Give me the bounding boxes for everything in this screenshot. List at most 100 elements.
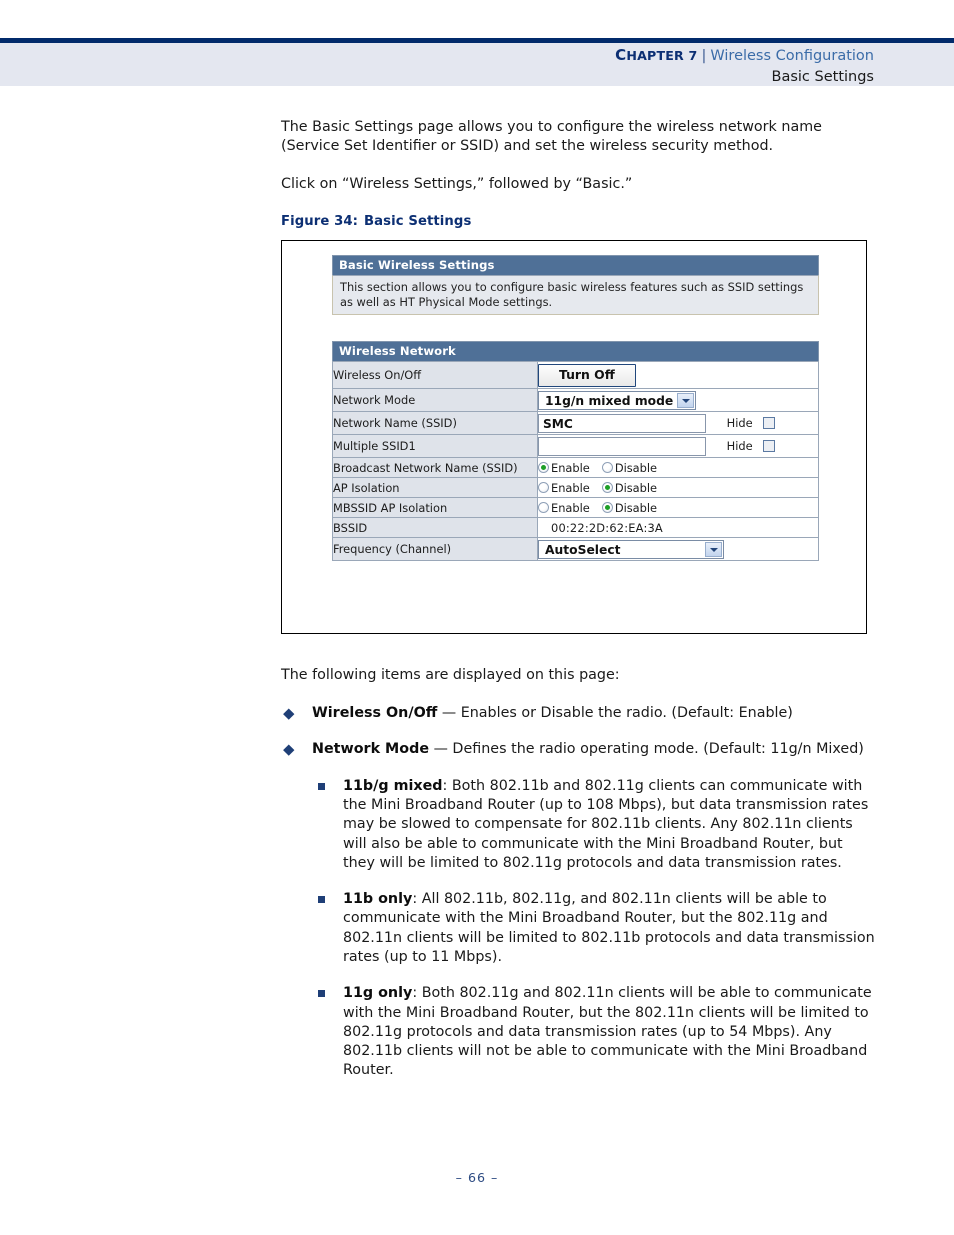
mbssid-radio-group: Enable Disable bbox=[538, 501, 669, 515]
list-item: Wireless On/Off — Enables or Disable the… bbox=[281, 704, 876, 723]
row-label-network-mode: Network Mode bbox=[332, 388, 538, 413]
ap-isolation-disable-option[interactable]: Disable bbox=[601, 480, 658, 495]
radio-off-icon[interactable] bbox=[601, 461, 613, 473]
basic-wireless-settings-heading: Basic Wireless Settings bbox=[332, 255, 819, 275]
network-name-hide-group: Hide bbox=[727, 416, 776, 430]
radio-off-icon[interactable] bbox=[538, 481, 549, 493]
figure-caption: Figure 34: Basic Settings bbox=[281, 214, 876, 229]
diamond-bullet-icon bbox=[283, 744, 295, 756]
list-item: 11b only: All 802.11b, 802.11g, and 802.… bbox=[281, 890, 876, 967]
broadcast-disable-label: Disable bbox=[614, 460, 658, 475]
table-row-mbssid-ap-isolation: MBSSID AP Isolation Enable Disable bbox=[332, 497, 819, 519]
figure-caption-number: Figure 34: bbox=[281, 213, 359, 229]
wireless-network-table: Wireless On/Off Turn Off Network Mode 11… bbox=[332, 361, 819, 562]
table-row-bssid: BSSID 00:22:2D:62:EA:3A bbox=[332, 517, 819, 539]
row-value-bssid: 00:22:2D:62:EA:3A bbox=[537, 517, 819, 539]
subbullet-term: 11b only bbox=[343, 891, 413, 908]
panel-gap bbox=[332, 315, 819, 341]
row-value-broadcast-network-name: Enable Disable bbox=[537, 457, 819, 479]
mbssid-disable-option[interactable]: Disable bbox=[601, 501, 657, 515]
chevron-down-icon[interactable] bbox=[677, 392, 694, 408]
ap-isolation-enable-option[interactable]: Enable bbox=[538, 481, 590, 495]
upper-content: The Basic Settings page allows you to co… bbox=[281, 118, 876, 241]
multiple-ssid1-hide-group: Hide bbox=[727, 439, 776, 453]
list-item: 11b/g mixed: Both 802.11b and 802.11g cl… bbox=[281, 777, 876, 873]
square-bullet-icon bbox=[318, 990, 325, 998]
frequency-channel-select[interactable]: AutoSelect bbox=[538, 539, 724, 559]
chevron-down-icon[interactable] bbox=[705, 541, 722, 557]
broadcast-disable-option[interactable]: Disable bbox=[601, 460, 658, 475]
chapter-label-rest: HAPTER 7 bbox=[626, 48, 698, 63]
header-chapter-line: CHAPTER 7 | Wireless Configuration bbox=[0, 45, 874, 67]
row-label-mbssid-ap-isolation: MBSSID AP Isolation bbox=[332, 497, 538, 519]
click-paragraph: Click on “Wireless Settings,” followed b… bbox=[281, 176, 633, 193]
row-value-ap-isolation: Enable Disable bbox=[537, 477, 819, 499]
network-mode-selected-value: 11g/n mixed mode bbox=[545, 393, 674, 408]
radio-on-icon[interactable] bbox=[601, 481, 613, 493]
diamond-bullet-icon bbox=[283, 708, 295, 720]
turn-off-button[interactable]: Turn Off bbox=[538, 363, 636, 387]
radio-on-icon[interactable] bbox=[601, 501, 613, 513]
lower-content: The following items are displayed on thi… bbox=[281, 666, 876, 1098]
network-mode-select[interactable]: 11g/n mixed mode bbox=[538, 390, 696, 410]
wireless-network-heading: Wireless Network bbox=[332, 341, 819, 362]
table-row-broadcast-network-name: Broadcast Network Name (SSID) Enable Disa… bbox=[332, 457, 819, 479]
radio-on-icon[interactable] bbox=[538, 461, 549, 473]
multiple-ssid1-hide-label: Hide bbox=[726, 439, 753, 454]
mbssid-enable-option[interactable]: Enable bbox=[538, 501, 590, 515]
row-value-frequency-channel: AutoSelect bbox=[537, 537, 819, 562]
network-name-hide-label: Hide bbox=[726, 416, 753, 431]
radio-off-icon[interactable] bbox=[538, 501, 549, 513]
row-value-wireless-onoff: Turn Off bbox=[537, 361, 819, 390]
row-label-wireless-onoff: Wireless On/Off bbox=[332, 361, 538, 390]
row-value-multiple-ssid1: Hide bbox=[537, 434, 819, 459]
bssid-value: 00:22:2D:62:EA:3A bbox=[551, 520, 663, 535]
ap-isolation-disable-label: Disable bbox=[614, 480, 658, 495]
row-label-network-name: Network Name (SSID) bbox=[332, 411, 538, 436]
table-row-network-name: Network Name (SSID) SMC Hide bbox=[332, 411, 819, 436]
list-item: 11g only: Both 802.11g and 802.11n clien… bbox=[281, 984, 876, 1080]
ap-isolation-enable-label: Enable bbox=[551, 480, 590, 495]
row-value-network-name: SMC Hide bbox=[537, 411, 819, 436]
header-section-title: Basic Settings bbox=[771, 69, 874, 85]
broadcast-radio-group: Enable Disable bbox=[538, 461, 669, 475]
figure-caption-title: Basic Settings bbox=[364, 213, 472, 229]
ap-isolation-radio-group: Enable Disable bbox=[538, 481, 669, 495]
table-row-multiple-ssid1: Multiple SSID1 Hide bbox=[332, 434, 819, 459]
row-label-frequency-channel: Frequency (Channel) bbox=[332, 537, 538, 562]
row-label-ap-isolation: AP Isolation bbox=[332, 477, 538, 499]
router-ui: Basic Wireless Settings This section all… bbox=[332, 255, 819, 562]
page-number: – 66 – bbox=[455, 1170, 499, 1185]
row-value-network-mode: 11g/n mixed mode bbox=[537, 388, 819, 413]
bullet-term: Network Mode bbox=[312, 741, 430, 758]
chapter-title: Wireless Configuration bbox=[710, 48, 874, 64]
network-name-hide-checkbox[interactable] bbox=[763, 417, 776, 430]
subbullet-term: 11g only bbox=[343, 985, 413, 1002]
running-header: CHAPTER 7 | Wireless Configuration Basic S… bbox=[0, 43, 874, 88]
bullet-term: Wireless On/Off bbox=[312, 705, 438, 722]
broadcast-enable-option[interactable]: Enable bbox=[538, 461, 590, 475]
mbssid-enable-label: Enable bbox=[551, 500, 590, 515]
following-items-paragraph: The following items are displayed on thi… bbox=[281, 667, 620, 683]
row-label-broadcast-network-name: Broadcast Network Name (SSID) bbox=[332, 457, 538, 479]
multiple-ssid1-hide-checkbox[interactable] bbox=[763, 440, 776, 453]
table-row-frequency-channel: Frequency (Channel) AutoSelect bbox=[332, 537, 819, 562]
intro-paragraph: The Basic Settings page allows you to co… bbox=[281, 119, 822, 155]
table-row-network-mode: Network Mode 11g/n mixed mode bbox=[332, 388, 819, 413]
subbullet-text: : All 802.11b, 802.11g, and 802.11n clie… bbox=[343, 891, 875, 965]
bullet-text: — Enables or Disable the radio. (Default… bbox=[437, 705, 793, 722]
square-bullet-icon bbox=[318, 896, 325, 904]
page-footer: – 66 – bbox=[0, 1170, 954, 1185]
row-label-multiple-ssid1: Multiple SSID1 bbox=[332, 434, 538, 459]
subbullet-term: 11b/g mixed bbox=[343, 777, 443, 794]
basic-wireless-settings-description: This section allows you to configure bas… bbox=[332, 275, 819, 316]
row-value-mbssid-ap-isolation: Enable Disable bbox=[537, 497, 819, 519]
subbullet-text: : Both 802.11g and 802.11n clients will … bbox=[343, 985, 872, 1079]
figure-basic-settings: Basic Wireless Settings This section all… bbox=[281, 240, 867, 634]
broadcast-enable-label: Enable bbox=[551, 460, 590, 475]
row-label-bssid: BSSID bbox=[332, 517, 538, 539]
table-row-ap-isolation: AP Isolation Enable Disable bbox=[332, 477, 819, 499]
network-name-input[interactable]: SMC bbox=[538, 413, 706, 433]
multiple-ssid1-input[interactable] bbox=[538, 436, 706, 456]
chapter-label-cap: C bbox=[615, 46, 627, 64]
